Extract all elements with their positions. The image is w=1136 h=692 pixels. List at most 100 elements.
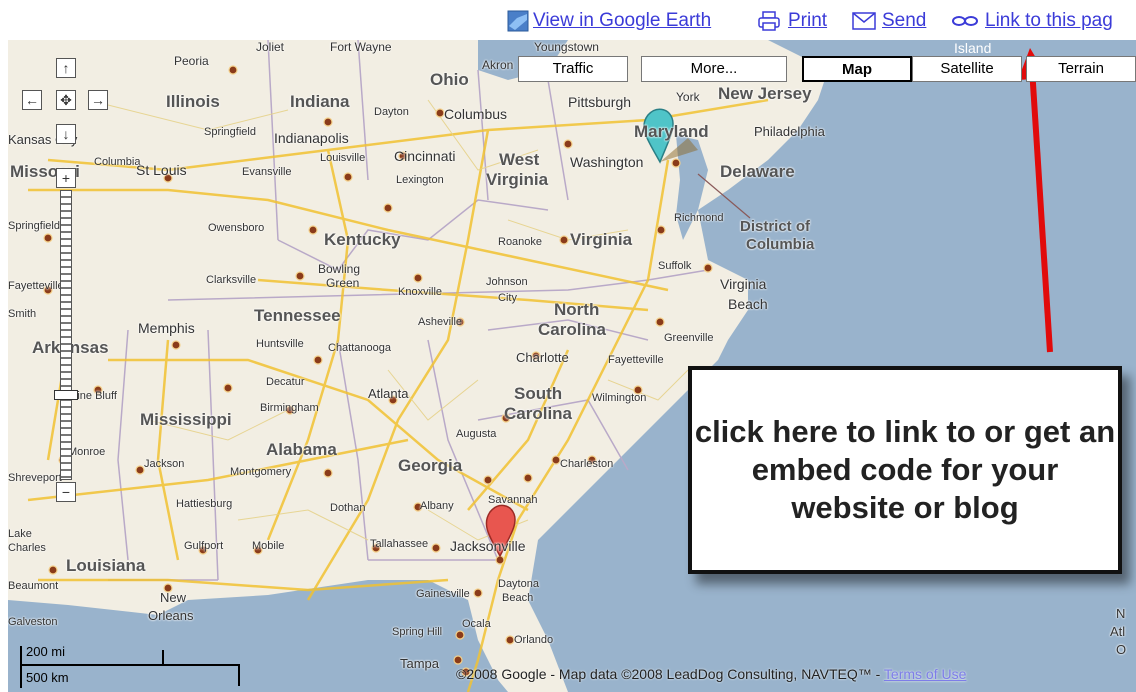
zoom-in-button[interactable]: +	[56, 168, 76, 188]
map-copyright: ©2008 Google - Map data ©2008 LeadDog Co…	[456, 666, 966, 682]
print-link[interactable]: Print	[788, 10, 827, 32]
city-label-gulfport: Gulfport	[184, 540, 224, 552]
city-label-virginia-beach-1: Virginia	[720, 276, 767, 292]
pan-up-button[interactable]: ↑	[56, 58, 76, 78]
city-label-lake: Lake	[8, 528, 32, 540]
chain-link-icon[interactable]	[951, 14, 979, 28]
city-label-evansville: Evansville	[242, 166, 292, 178]
city-label-akron: Akron	[482, 58, 514, 72]
city-label-daytona-beach: Beach	[502, 592, 534, 604]
city-label-indianapolis: Indianapolis	[274, 130, 349, 146]
city-label-augusta: Augusta	[456, 428, 497, 440]
view-in-google-earth-link[interactable]: View in Google Earth	[533, 10, 711, 32]
city-label-dothan: Dothan	[330, 502, 366, 514]
city-label-atlanta: Atlanta	[368, 386, 409, 401]
state-label-columbia: Columbia	[746, 236, 815, 253]
city-label-tallahassee: Tallahassee	[370, 538, 429, 550]
state-label-indiana: Indiana	[290, 92, 350, 111]
google-earth-icon[interactable]	[507, 10, 529, 32]
city-label-jacksonville: Jacksonville	[450, 538, 526, 554]
city-label-columbus: Columbus	[444, 106, 508, 122]
send-link[interactable]: Send	[882, 10, 926, 32]
city-label-ocala: Ocala	[462, 618, 491, 630]
city-label-monroe: Monroe	[68, 446, 106, 458]
city-label-hattiesburg: Hattiesburg	[176, 498, 233, 510]
scale-miles-label: 200 mi	[26, 644, 66, 659]
state-label-new-jersey: New Jersey	[718, 84, 812, 103]
city-label-jackson: Jackson	[144, 458, 185, 470]
state-label-carolina-sc: Carolina	[504, 404, 573, 423]
pan-right-button[interactable]: →	[88, 90, 108, 110]
city-label-louisville: Louisville	[320, 152, 366, 164]
center-map-button[interactable]: ✥	[56, 90, 76, 110]
state-label-west: West	[499, 150, 540, 169]
state-label-island: Island	[954, 40, 992, 56]
state-label-virginia-wv: Virginia	[486, 170, 549, 189]
state-label-georgia: Georgia	[398, 456, 463, 475]
city-label-dayton: Dayton	[374, 106, 409, 118]
link-to-this-page-link[interactable]: Link to this pag	[985, 10, 1113, 32]
city-label-springfield: Springfield	[204, 126, 256, 138]
city-label-mobile: Mobile	[252, 540, 285, 552]
state-label-mississippi: Mississippi	[140, 410, 232, 429]
city-label-joliet: Joliet	[256, 40, 285, 54]
city-label-pittsburgh: Pittsburgh	[568, 94, 632, 110]
state-label-alabama: Alabama	[266, 440, 337, 459]
zoom-slider-track[interactable]	[60, 190, 72, 480]
terms-of-use-link[interactable]: Terms of Use	[884, 666, 966, 682]
map-edge-label-atl: Atl	[1110, 624, 1126, 639]
map-type-satellite-button[interactable]: Satellite	[912, 56, 1022, 82]
state-label-tennessee: Tennessee	[254, 306, 341, 325]
city-label-fayetteville-ar: Fayetteville	[8, 280, 64, 292]
state-label-carolina-nc: Carolina	[538, 320, 607, 339]
city-label-spring-hill: Spring Hill	[392, 626, 443, 638]
city-label-asheville: Asheville	[418, 316, 463, 328]
callout-box: click here to link to or get an embed co…	[688, 366, 1122, 574]
city-label-orlando: Orlando	[514, 634, 554, 646]
city-label-shreveport: Shreveport	[8, 472, 62, 484]
city-label-johnson: Johnson	[486, 276, 528, 288]
city-label-fayetteville-nc: Fayetteville	[608, 354, 664, 366]
city-label-roanoke: Roanoke	[498, 236, 543, 248]
city-label-owensboro: Owensboro	[208, 222, 265, 234]
zoom-slider-handle[interactable]	[54, 390, 78, 400]
city-label-new: New	[160, 590, 187, 605]
callout-text: click here to link to or get an embed co…	[694, 414, 1116, 525]
city-label-huntsville: Huntsville	[256, 338, 304, 350]
city-label-wilmington: Wilmington	[592, 392, 647, 404]
city-label-virginia-beach-2: Beach	[728, 296, 768, 312]
state-label-illinois: Illinois	[166, 92, 220, 111]
envelope-icon[interactable]	[852, 12, 876, 30]
city-label-city: City	[498, 292, 517, 304]
city-label-galveston: Galveston	[8, 616, 58, 628]
city-label-st-louis: St Louis	[136, 162, 187, 178]
city-label-charlotte: Charlotte	[516, 350, 569, 365]
city-label-springfield-mo: Springfield	[8, 220, 60, 232]
traffic-button[interactable]: Traffic	[518, 56, 628, 82]
city-label-york: York	[676, 90, 700, 104]
city-label-smith: Smith	[8, 308, 37, 320]
city-label-knoxville: Knoxville	[398, 286, 443, 298]
map-edge-label-n: N	[1116, 606, 1126, 621]
printer-icon[interactable]	[757, 10, 781, 32]
city-label-columbia-mo: Columbia	[94, 156, 141, 168]
map-type-map-button[interactable]: Map	[802, 56, 912, 82]
state-label-district-of: District of	[740, 218, 811, 235]
state-label-kentucky: Kentucky	[324, 230, 401, 249]
zoom-out-button[interactable]: −	[56, 482, 76, 502]
copyright-text: ©2008 Google - Map data ©2008 LeadDog Co…	[456, 666, 884, 682]
state-label-ohio: Ohio	[430, 70, 469, 89]
scale-bar: 200 mi 500 km	[20, 640, 250, 688]
more-button[interactable]: More...	[641, 56, 787, 82]
scale-km-label: 500 km	[26, 670, 69, 685]
city-label-beaumont: Beaumont	[8, 580, 59, 592]
city-label-washington: Washington	[570, 154, 644, 170]
map-type-terrain-button[interactable]: Terrain	[1026, 56, 1136, 82]
city-label-cincinnati: Cincinnati	[394, 148, 456, 164]
pan-down-button[interactable]: ↓	[56, 124, 76, 144]
city-label-savannah: Savannah	[488, 494, 538, 506]
city-label-suffolk: Suffolk	[658, 260, 692, 272]
pan-left-button[interactable]: ←	[22, 90, 42, 110]
map-header-links: View in Google Earth Print Send Link to …	[0, 0, 1136, 40]
city-label-bowling: Bowling	[318, 262, 361, 276]
